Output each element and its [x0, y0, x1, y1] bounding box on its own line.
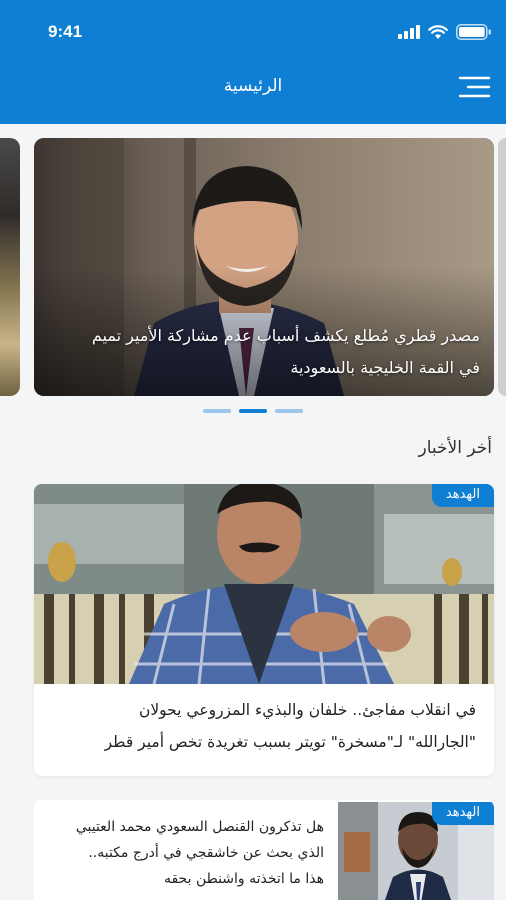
news-card-headline: في انقلاب مفاجئ.. خلفان والبذيء المزروعي…	[56, 694, 476, 758]
slide-caption: مصدر قطري مُطلع يكشف أسباب عدم مشاركة ال…	[50, 320, 480, 384]
slide-caption-line2: في القمة الخليجية بالسعودية	[290, 358, 480, 377]
cellular-signal-icon	[398, 25, 420, 39]
section-title-latest: أخر الأخبار	[418, 438, 492, 458]
news-card-compact[interactable]: الهدهد هل تذكرون القنصل السعودي محمد الع…	[34, 800, 494, 900]
news-card-compact-headline: هل تذكرون القنصل السعودي محمد العتيبي ال…	[48, 814, 324, 892]
status-time: 9:41	[48, 22, 83, 41]
source-badge: الهدهد	[431, 802, 494, 825]
carousel-previous-slide[interactable]	[0, 138, 20, 396]
source-badge: الهدهد	[431, 484, 494, 507]
page-title: الرئيسية	[223, 76, 283, 96]
menu-icon	[458, 76, 491, 98]
headline-line1: في انقلاب مفاجئ.. خلفان والبذيء المزروعي…	[138, 701, 476, 719]
compact-headline-line3: هذا ما اتخذته واشنطن بحقه	[163, 871, 324, 887]
news-card[interactable]: الهدهد في انقلاب مفاجئ.. خلفان والبذيء ا…	[34, 484, 494, 776]
menu-button[interactable]	[456, 72, 492, 102]
carousel-next-slide[interactable]	[498, 138, 506, 396]
compact-headline-line2: الذي بحث عن خاشقجي في أدرج مكتبه..	[88, 845, 324, 861]
headline-line2: "الجارالله" لـ"مسخرة" تويتر بسبب تغريدة …	[104, 733, 476, 751]
featured-carousel[interactable]: مصدر قطري مُطلع يكشف أسباب عدم مشاركة ال…	[0, 138, 506, 396]
carousel-slide[interactable]: مصدر قطري مُطلع يكشف أسباب عدم مشاركة ال…	[34, 138, 494, 396]
slide-caption-line1: مصدر قطري مُطلع يكشف أسباب عدم مشاركة ال…	[91, 326, 480, 345]
news-card-image: الهدهد	[34, 484, 494, 684]
carousel-dot[interactable]	[203, 409, 231, 413]
app-bar: 9:41 الرئيسية	[0, 0, 506, 124]
compact-headline-line1: هل تذكرون القنصل السعودي محمد العتيبي	[75, 819, 324, 835]
battery-icon	[456, 24, 492, 40]
wifi-icon	[428, 24, 448, 40]
status-icons	[398, 22, 492, 42]
carousel-dot[interactable]	[275, 409, 303, 413]
news-card-thumbnail: الهدهد	[338, 802, 494, 900]
carousel-pagination	[0, 409, 506, 413]
carousel-dot-active[interactable]	[239, 409, 267, 413]
